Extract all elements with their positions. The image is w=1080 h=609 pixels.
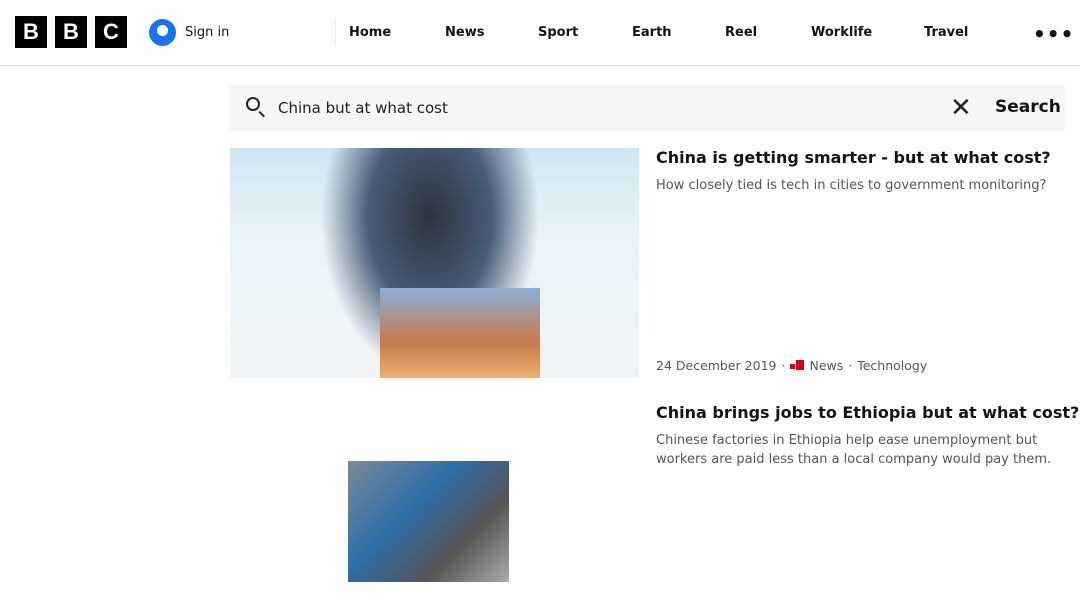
header: BBC Sign in Home News Sport Earth Reel W… xyxy=(0,0,1080,66)
search-icon xyxy=(246,97,260,111)
close-icon[interactable]: ✕ xyxy=(950,93,972,123)
nav-earth[interactable]: Earth xyxy=(632,25,672,40)
sign-in-label: Sign in xyxy=(185,25,230,40)
search-result: China is getting smarter - but at what c… xyxy=(656,148,1056,195)
nav-sport[interactable]: Sport xyxy=(538,25,578,40)
nav-home[interactable]: Home xyxy=(349,25,391,40)
nav-travel[interactable]: Travel xyxy=(924,25,968,40)
result-title[interactable]: China is getting smarter - but at what c… xyxy=(656,148,1056,167)
result-date: 24 December 2019 xyxy=(656,358,777,373)
result-summary: Chinese factories in Ethiopia help ease … xyxy=(656,433,1052,467)
result-image[interactable] xyxy=(230,148,639,378)
search-input[interactable] xyxy=(278,95,918,121)
search-bar: ✕ Search xyxy=(230,85,1065,131)
news-icon xyxy=(790,359,805,372)
nav-reel[interactable]: Reel xyxy=(725,25,757,40)
result-meta: 24 December 2019 · News · Technology xyxy=(656,358,927,373)
result-summary: How closely tied is tech in cities to go… xyxy=(656,178,1047,193)
ellipsis-icon[interactable]: ••• xyxy=(1033,22,1074,46)
main-nav: Home News Sport Earth Reel Worklife Trav… xyxy=(335,18,968,46)
search-result: China brings jobs to Ethiopia but at wha… xyxy=(656,403,1079,469)
search-button[interactable]: Search xyxy=(995,97,1061,117)
sign-in-button[interactable]: Sign in xyxy=(149,19,229,46)
result-section[interactable]: News xyxy=(809,358,843,373)
result-topic[interactable]: Technology xyxy=(857,358,927,373)
result-title[interactable]: China brings jobs to Ethiopia but at wha… xyxy=(656,403,1079,422)
result-image[interactable] xyxy=(348,461,509,582)
nav-worklife[interactable]: Worklife xyxy=(811,25,872,40)
user-icon xyxy=(149,19,176,46)
separator: · xyxy=(848,358,853,373)
separator: · xyxy=(781,358,786,373)
nav-news[interactable]: News xyxy=(445,25,484,40)
bbc-logo[interactable]: BBC xyxy=(15,16,127,48)
